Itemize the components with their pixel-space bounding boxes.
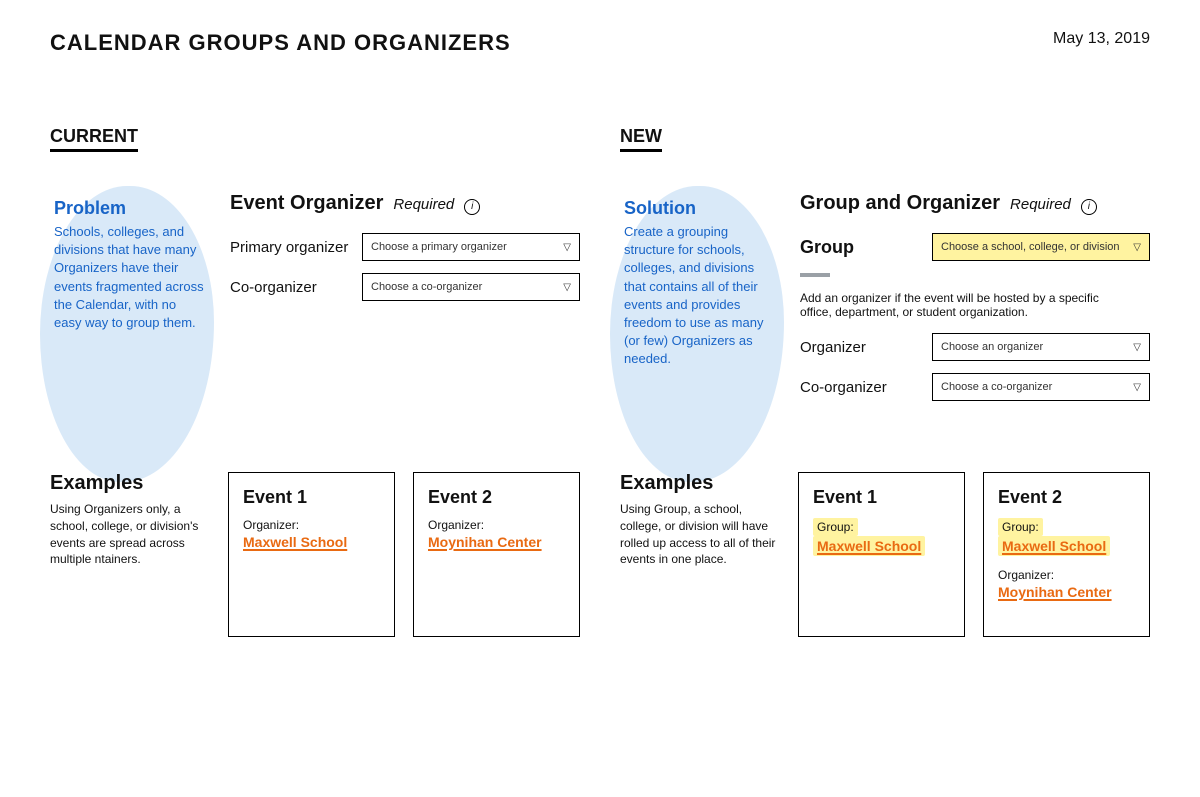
organizer-link[interactable]: Moynihan Center xyxy=(998,584,1112,600)
organizer-link[interactable]: Moynihan Center xyxy=(428,534,542,550)
group-label: Group: xyxy=(998,518,1043,536)
new-column: NEW Solution Create a grouping structure… xyxy=(620,126,1150,637)
divider xyxy=(800,273,830,277)
examples-body: Using Organizers only, a school, college… xyxy=(50,501,210,568)
current-column: CURRENT Problem Schools, colleges, and d… xyxy=(50,126,580,637)
info-icon[interactable]: i xyxy=(464,199,480,215)
event-card-2-new: Event 2 Group: Maxwell School Organizer:… xyxy=(983,472,1150,637)
organizer-select[interactable]: Choose an organizer ▽ xyxy=(932,333,1150,361)
group-select[interactable]: Choose a school, college, or division ▽ xyxy=(932,233,1150,261)
chevron-down-icon: ▽ xyxy=(1133,242,1141,253)
chevron-down-icon: ▽ xyxy=(563,282,571,293)
form-heading-new: Group and Organizer xyxy=(800,192,1000,215)
group-label: Group: xyxy=(813,518,858,536)
organizer-label: Organizer: xyxy=(428,518,565,532)
event-organizer-form: Event Organizer Required i Primary organ… xyxy=(230,192,580,472)
info-icon[interactable]: i xyxy=(1081,199,1097,215)
problem-body: Schools, colleges, and divisions that ha… xyxy=(54,223,206,332)
problem-title: Problem xyxy=(54,198,206,219)
primary-organizer-select[interactable]: Choose a primary organizer ▽ xyxy=(362,233,580,261)
co-organizer-select[interactable]: Choose a co-organizer ▽ xyxy=(362,273,580,301)
select-placeholder: Choose an organizer xyxy=(941,341,1043,353)
card-title: Event 2 xyxy=(998,487,1135,508)
event-card-1-current: Event 1 Organizer: Maxwell School xyxy=(228,472,395,637)
page-date: May 13, 2019 xyxy=(1053,30,1150,48)
problem-annotation: Problem Schools, colleges, and divisions… xyxy=(50,192,210,472)
select-placeholder: Choose a co-organizer xyxy=(941,381,1052,393)
co-organizer-label: Co-organizer xyxy=(800,379,920,396)
examples-title: Examples xyxy=(620,472,780,495)
page-title: CALENDAR GROUPS AND ORGANIZERS xyxy=(50,30,511,56)
solution-annotation: Solution Create a grouping structure for… xyxy=(620,192,780,472)
required-label: Required xyxy=(393,196,454,213)
card-title: Event 1 xyxy=(813,487,950,508)
organizer-label: Organizer: xyxy=(243,518,380,532)
solution-title: Solution xyxy=(624,198,776,219)
examples-current: Examples Using Organizers only, a school… xyxy=(50,472,210,637)
primary-organizer-label: Primary organizer xyxy=(230,239,350,256)
card-title: Event 1 xyxy=(243,487,380,508)
chevron-down-icon: ▽ xyxy=(1133,342,1141,353)
event-card-1-new: Event 1 Group: Maxwell School xyxy=(798,472,965,637)
examples-body: Using Group, a school, college, or divis… xyxy=(620,501,780,568)
required-label: Required xyxy=(1010,196,1071,213)
section-label-current: CURRENT xyxy=(50,126,138,152)
select-placeholder: Choose a primary organizer xyxy=(371,241,507,253)
chevron-down-icon: ▽ xyxy=(1133,382,1141,393)
select-placeholder: Choose a co-organizer xyxy=(371,281,482,293)
chevron-down-icon: ▽ xyxy=(563,242,571,253)
event-card-2-current: Event 2 Organizer: Moynihan Center xyxy=(413,472,580,637)
organizer-label: Organizer: xyxy=(998,568,1135,582)
group-label: Group xyxy=(800,237,920,258)
group-organizer-form: Group and Organizer Required i Group Cho… xyxy=(800,192,1150,472)
examples-title: Examples xyxy=(50,472,210,495)
card-title: Event 2 xyxy=(428,487,565,508)
helper-text: Add an organizer if the event will be ho… xyxy=(800,291,1120,319)
form-heading-current: Event Organizer xyxy=(230,192,383,215)
group-link[interactable]: Maxwell School xyxy=(813,536,925,556)
co-organizer-label: Co-organizer xyxy=(230,279,350,296)
select-placeholder: Choose a school, college, or division xyxy=(941,241,1120,253)
section-label-new: NEW xyxy=(620,126,662,152)
group-link[interactable]: Maxwell School xyxy=(998,536,1110,556)
solution-body: Create a grouping structure for schools,… xyxy=(624,223,776,369)
organizer-link[interactable]: Maxwell School xyxy=(243,534,347,550)
examples-new: Examples Using Group, a school, college,… xyxy=(620,472,780,637)
organizer-label: Organizer xyxy=(800,339,920,356)
co-organizer-select[interactable]: Choose a co-organizer ▽ xyxy=(932,373,1150,401)
